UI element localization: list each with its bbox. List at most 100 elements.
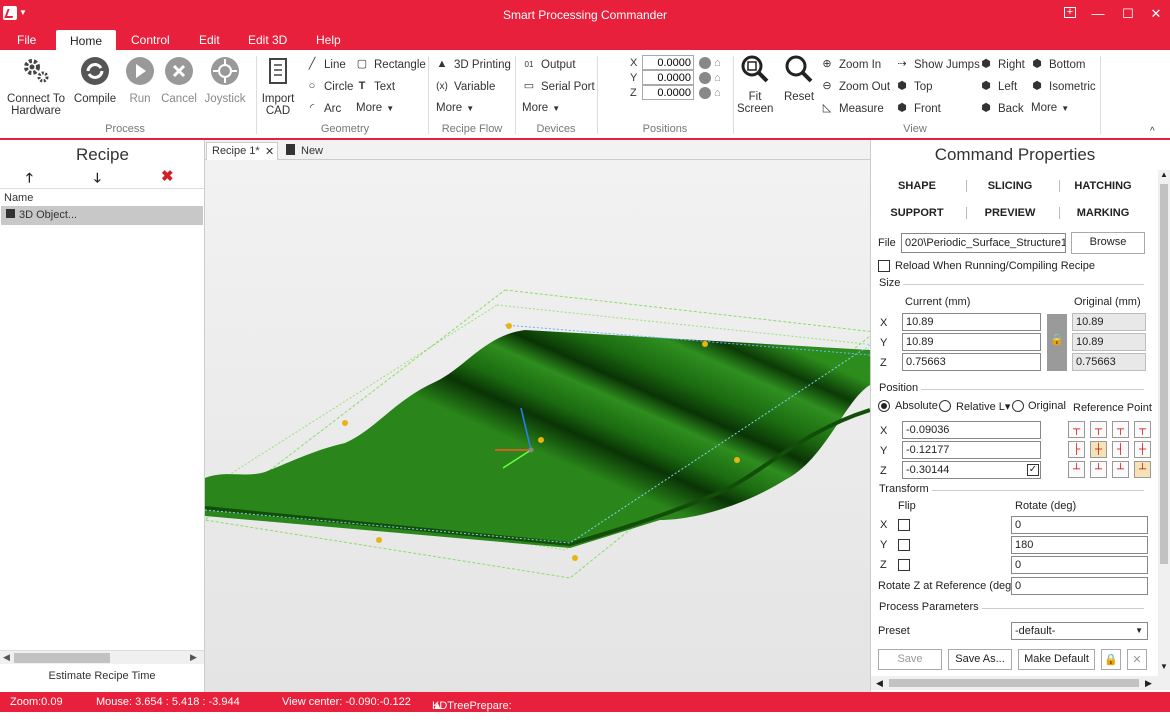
3d-printing-button[interactable]: ▲ 3D Printing — [435, 58, 511, 71]
tab-slicing[interactable]: SLICING — [970, 180, 1050, 192]
tab-preview[interactable]: PREVIEW — [970, 207, 1050, 219]
horizontal-scrollbar[interactable]: ◀ ▶ — [0, 650, 204, 664]
ref-mid-extra[interactable]: ┼ — [1134, 441, 1151, 458]
wavy-surface-object[interactable] — [205, 330, 870, 548]
restore-layout-icon[interactable]: + — [1064, 7, 1076, 18]
scroll-thumb[interactable] — [889, 679, 1139, 687]
3d-scene[interactable] — [205, 160, 870, 692]
output-button[interactable]: 01 Output — [522, 58, 576, 71]
menu-control[interactable]: Control — [131, 33, 170, 47]
delete-icon[interactable]: ✖ — [161, 167, 174, 185]
lock-aspect-button[interactable]: 🔒 — [1047, 314, 1067, 371]
view-top-button[interactable]: ⬢ Top — [895, 80, 932, 93]
line-button[interactable]: ╱ Line — [305, 58, 346, 71]
view-isometric-button[interactable]: ⬢ Isometric — [1030, 80, 1095, 93]
tab-marking[interactable]: MARKING — [1063, 207, 1143, 219]
compile-button[interactable]: Compile — [72, 56, 118, 105]
circle-button[interactable]: ○ Circle — [305, 80, 354, 93]
rectangle-button[interactable]: ▢ Rectangle — [355, 58, 426, 71]
lock-preset-button[interactable]: 🔒 — [1101, 649, 1121, 670]
reload-checkbox[interactable] — [878, 260, 890, 272]
horizontal-scrollbar[interactable]: ◀ ▶ — [871, 676, 1158, 690]
joystick-button[interactable]: Joystick — [202, 56, 248, 105]
original-radio[interactable] — [1012, 400, 1024, 412]
scroll-right-icon[interactable]: ▶ — [1145, 678, 1152, 689]
browse-button[interactable]: Browse — [1071, 232, 1145, 254]
geometry-more-button[interactable]: More ▼ — [356, 102, 394, 114]
size-x-field[interactable]: 10.89 — [902, 313, 1041, 331]
ref-bottom-center[interactable]: ┴ — [1090, 461, 1107, 478]
scroll-left-icon[interactable]: ◀ — [876, 678, 883, 689]
ref-top-center[interactable]: ┬ — [1090, 421, 1107, 438]
tab-support[interactable]: SUPPORT — [877, 207, 957, 219]
make-default-button[interactable]: Make Default — [1018, 649, 1095, 670]
view-right-button[interactable]: ⬢ Right — [979, 58, 1025, 71]
scroll-left-icon[interactable]: ◀ — [3, 652, 10, 663]
show-jumps-button[interactable]: ⇢ Show Jumps — [895, 58, 979, 71]
position-y-field[interactable] — [642, 70, 694, 85]
ref-top-extra[interactable]: ┬ — [1134, 421, 1151, 438]
ref-mid-left[interactable]: ├ — [1068, 441, 1085, 458]
zoom-in-button[interactable]: ⊕ Zoom In — [820, 58, 881, 71]
variable-button[interactable]: (x) Variable — [435, 80, 495, 93]
rotate-y-input[interactable]: 180 — [1011, 536, 1148, 554]
delete-preset-button[interactable]: ✕ — [1127, 649, 1147, 670]
recipe-item-3d-object[interactable]: 3D Object... — [1, 206, 203, 225]
home-icon[interactable]: ⌂ — [714, 87, 721, 99]
preset-select[interactable]: -default- ▼ — [1011, 622, 1148, 640]
relative-radio[interactable] — [939, 400, 951, 412]
text-button[interactable]: T Text — [355, 80, 395, 93]
absolute-radio[interactable] — [878, 400, 890, 412]
rotate-x-input[interactable]: 0 — [1011, 516, 1148, 534]
vertical-scrollbar[interactable]: ▲ ▼ — [1158, 170, 1170, 690]
flip-z-checkbox[interactable] — [898, 559, 910, 571]
position-x-field[interactable] — [642, 55, 694, 70]
ref-bottom-right[interactable]: ┴ — [1112, 461, 1129, 478]
position-z-checkbox[interactable]: ✓ — [1027, 464, 1039, 476]
scroll-down-icon[interactable]: ▼ — [1160, 662, 1168, 671]
tab-shape[interactable]: SHAPE — [877, 180, 957, 192]
run-button[interactable]: Run — [122, 56, 158, 105]
reset-view-button[interactable]: Reset — [780, 54, 818, 103]
home-icon[interactable]: ⌂ — [714, 72, 721, 84]
collapse-ribbon-icon[interactable]: ^ — [1150, 126, 1155, 137]
menu-edit-3d[interactable]: Edit 3D — [248, 33, 287, 47]
flip-y-checkbox[interactable] — [898, 539, 910, 551]
position-x-input[interactable]: -0.09036 — [902, 421, 1041, 439]
import-cad-button[interactable]: Import CAD — [259, 56, 297, 117]
tab-hatching[interactable]: HATCHING — [1063, 180, 1143, 192]
size-y-field[interactable]: 10.89 — [902, 333, 1041, 351]
estimate-recipe-time-button[interactable]: Estimate Recipe Time — [0, 670, 204, 682]
fit-screen-button[interactable]: Fit Screen — [737, 54, 773, 115]
scroll-right-icon[interactable]: ▶ — [190, 652, 197, 663]
position-z-field[interactable] — [642, 85, 694, 100]
home-icon[interactable]: ⌂ — [714, 57, 721, 69]
view-more-button[interactable]: More ▼ — [1031, 102, 1069, 114]
rotate-z-input[interactable]: 0 — [1011, 556, 1148, 574]
scroll-up-icon[interactable]: ▲ — [1160, 170, 1168, 179]
menu-file[interactable]: File — [17, 33, 36, 47]
save-button[interactable]: Save — [878, 649, 942, 670]
minimize-button[interactable]: — — [1087, 6, 1109, 21]
view-left-button[interactable]: ⬢ Left — [979, 80, 1017, 93]
position-y-input[interactable]: -0.12177 — [902, 441, 1041, 459]
arc-button[interactable]: ◜ Arc — [305, 102, 341, 115]
scroll-thumb[interactable] — [14, 653, 110, 663]
view-bottom-button[interactable]: ⬢ Bottom — [1030, 58, 1085, 71]
recipe-flow-more-button[interactable]: More ▼ — [436, 102, 474, 114]
ref-bottom-extra[interactable]: ┴ — [1134, 461, 1151, 478]
devices-more-button[interactable]: More ▼ — [522, 102, 560, 114]
view-back-button[interactable]: ⬢ Back — [979, 102, 1023, 115]
serial-port-button[interactable]: ▭ Serial Port — [522, 80, 595, 93]
name-column-header[interactable]: Name — [0, 188, 204, 205]
ref-top-right[interactable]: ┬ — [1112, 421, 1129, 438]
maximize-button[interactable]: ☐ — [1117, 6, 1139, 22]
connect-to-hardware-button[interactable]: Connect To Hardware — [4, 56, 68, 117]
zoom-out-button[interactable]: ⊖ Zoom Out — [820, 80, 890, 93]
ref-mid-center[interactable]: ┼ — [1090, 441, 1107, 458]
size-z-field[interactable]: 0.75663 — [902, 353, 1041, 371]
menu-help[interactable]: Help — [316, 33, 341, 47]
file-path-field[interactable]: 020\Periodic_Surface_Structure1.stl — [901, 233, 1066, 253]
rotate-ref-input[interactable]: 0 — [1011, 577, 1148, 595]
ref-top-left[interactable]: ┬ — [1068, 421, 1085, 438]
